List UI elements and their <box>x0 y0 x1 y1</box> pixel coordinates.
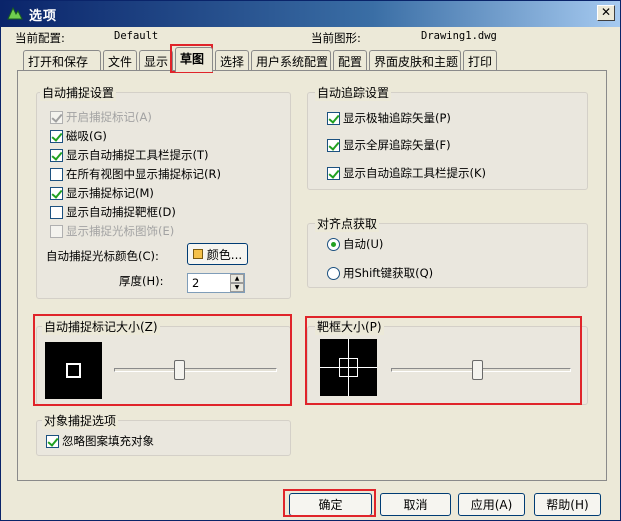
polar-vector-option[interactable]: 显示极轴追踪矢量(P) <box>327 110 451 126</box>
alignment-shift-option[interactable]: 用Shift键获取(Q) <box>327 265 433 281</box>
cancel-button[interactable]: 取消 <box>380 493 451 516</box>
tab-selection[interactable]: 选择 <box>215 50 249 71</box>
tab-display[interactable]: 显示 <box>139 50 173 71</box>
tab-plot[interactable]: 打印 <box>463 50 497 71</box>
checkbox-icon[interactable] <box>50 129 63 143</box>
ignore-hatch-option[interactable]: 忽略图案填充对象 <box>46 433 154 449</box>
thickness-label: 厚度(H): <box>119 274 164 288</box>
autotrack-title: 自动追踪设置 <box>315 84 392 101</box>
aperture-size-title: 靶框大小(P) <box>315 318 384 335</box>
checkbox-icon[interactable] <box>327 111 340 125</box>
title-bar[interactable]: 选项 ✕ <box>1 1 620 27</box>
tab-open-save[interactable]: 打开和保存 <box>23 50 101 71</box>
tab-drafting[interactable]: 草图 <box>175 47 213 72</box>
checkbox-icon[interactable] <box>50 148 63 162</box>
alignment-auto-option[interactable]: 自动(U) <box>327 236 383 252</box>
help-button[interactable]: 帮助(H) <box>534 493 601 516</box>
all-viewports-marker-option[interactable]: 在所有视图中显示捕捉标记(R) <box>50 166 221 182</box>
checkbox-icon[interactable] <box>50 205 63 219</box>
magnet-option[interactable]: 磁吸(G) <box>50 128 107 144</box>
marker-size-title: 自动捕捉标记大小(Z) <box>42 318 160 335</box>
show-snap-marker-option[interactable]: 显示捕捉标记(M) <box>50 185 154 201</box>
spin-down-icon[interactable]: ▼ <box>230 283 244 292</box>
checkbox-icon[interactable] <box>50 110 63 124</box>
marker-size-preview <box>45 342 102 399</box>
aperture-box-icon <box>339 358 358 377</box>
autosnap-tooltip-option[interactable]: 显示自动捕捉工具栏提示(T) <box>50 147 209 163</box>
color-swatch-icon <box>192 249 203 259</box>
app-logo-icon <box>7 6 23 20</box>
current-config-label: 当前配置: <box>15 31 65 45</box>
checkbox-icon[interactable] <box>50 186 63 200</box>
snap-marker-icon <box>66 363 81 378</box>
autosnap-title: 自动捕捉设置 <box>40 84 117 101</box>
radio-icon[interactable] <box>327 266 340 280</box>
checkbox-icon[interactable] <box>46 434 59 448</box>
alignment-title: 对齐点获取 <box>315 215 380 232</box>
dialog-title: 选项 <box>29 8 58 24</box>
show-aperture-box-option[interactable]: 显示自动捕捉靶框(D) <box>50 204 176 220</box>
aperture-size-preview <box>320 339 377 396</box>
cursor-color-label: 自动捕捉光标颜色(C): <box>46 249 159 263</box>
spin-up-icon[interactable]: ▲ <box>230 274 244 283</box>
tab-skin-theme[interactable]: 界面皮肤和主题 <box>369 50 461 71</box>
current-config-value: Default <box>114 30 159 42</box>
radio-icon[interactable] <box>327 237 340 251</box>
close-button[interactable]: ✕ <box>597 5 615 21</box>
checkbox-icon[interactable] <box>50 224 63 238</box>
marker-size-slider[interactable] <box>174 360 186 380</box>
current-drawing-value: Drawing1.dwg <box>421 30 497 42</box>
checkbox-icon[interactable] <box>327 166 340 180</box>
options-dialog: 选项 ✕ 当前配置: Default 当前图形: Drawing1.dwg 打开… <box>0 0 621 521</box>
tab-user-preferences[interactable]: 用户系统配置 <box>251 50 331 71</box>
autotrack-tooltip-option[interactable]: 显示自动追踪工具栏提示(K) <box>327 165 486 181</box>
object-snap-title: 对象捕捉选项 <box>42 412 119 429</box>
autosnap-marker-option[interactable]: 开启捕捉标记(A) <box>50 109 152 125</box>
tab-profiles[interactable]: 配置 <box>333 50 367 71</box>
checkbox-icon[interactable] <box>50 167 63 181</box>
fullscreen-vector-option[interactable]: 显示全屏追踪矢量(F) <box>327 137 451 153</box>
tab-files[interactable]: 文件 <box>103 50 137 71</box>
ok-button[interactable]: 确定 <box>289 493 372 516</box>
checkbox-icon[interactable] <box>327 138 340 152</box>
marker-size-track[interactable] <box>114 368 277 372</box>
aperture-size-slider[interactable] <box>472 360 484 380</box>
thickness-spinner[interactable]: 2 ▲ ▼ <box>187 273 245 293</box>
close-icon: ✕ <box>600 5 612 19</box>
color-button[interactable]: 颜色... <box>187 243 248 265</box>
spinner-buttons[interactable]: ▲ ▼ <box>230 274 244 292</box>
apply-button[interactable]: 应用(A) <box>458 493 525 516</box>
drafting-panel: 自动捕捉设置 开启捕捉标记(A) 磁吸(G) 显示自动捕捉工具栏提示(T) 在所… <box>17 70 607 481</box>
current-drawing-label: 当前图形: <box>311 31 361 45</box>
snap-cursor-glyph-option[interactable]: 显示捕捉光标图饰(E) <box>50 223 174 239</box>
